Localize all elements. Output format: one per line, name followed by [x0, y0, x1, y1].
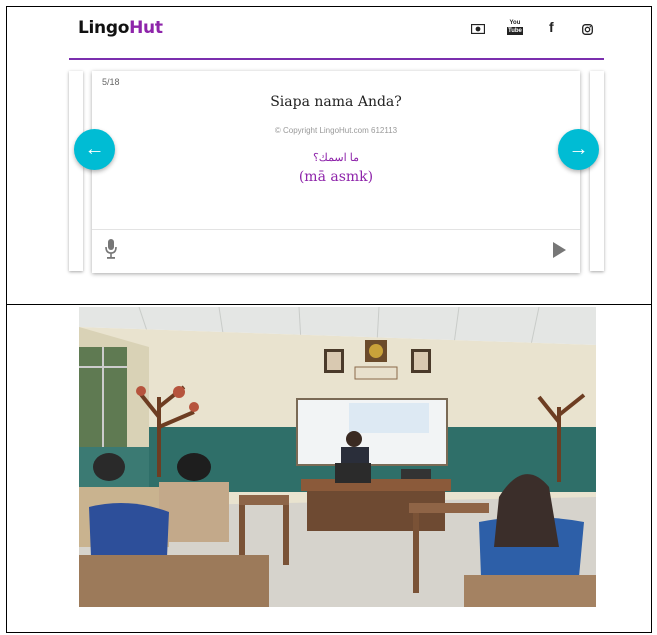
microphone-icon[interactable]	[104, 238, 118, 260]
next-card-edge	[590, 71, 604, 271]
header-underline	[69, 58, 604, 60]
money-icon[interactable]	[470, 23, 486, 37]
instagram-icon[interactable]	[582, 24, 593, 38]
next-button[interactable]: →	[558, 129, 599, 170]
table-row-divider	[7, 304, 651, 305]
transliteration: (mā asmk)	[298, 169, 374, 185]
play-icon[interactable]	[553, 242, 566, 258]
flashcard: 5/18 Siapa nama Anda? © Copyright LingoH…	[92, 71, 580, 273]
card-counter: 5/18	[102, 77, 120, 87]
youtube-icon[interactable]: You Tube	[507, 20, 523, 35]
card-footer-divider	[92, 229, 580, 230]
lingohut-screenshot: LingoHut You Tube f 5/18 Siapa nama Anda…	[69, 7, 604, 277]
facebook-icon[interactable]: f	[549, 20, 554, 34]
copyright-text: © Copyright LingoHut.com 612113	[274, 126, 398, 135]
lingohut-logo[interactable]: LingoHut	[78, 18, 163, 38]
previous-button[interactable]: ←	[74, 129, 115, 170]
document-table: LingoHut You Tube f 5/18 Siapa nama Anda…	[6, 6, 652, 633]
arabic-translation: ما اسمك؟	[312, 152, 360, 164]
phrase-text: Siapa nama Anda?	[270, 94, 402, 110]
previous-card-edge	[69, 71, 83, 271]
classroom-photo	[79, 307, 596, 607]
